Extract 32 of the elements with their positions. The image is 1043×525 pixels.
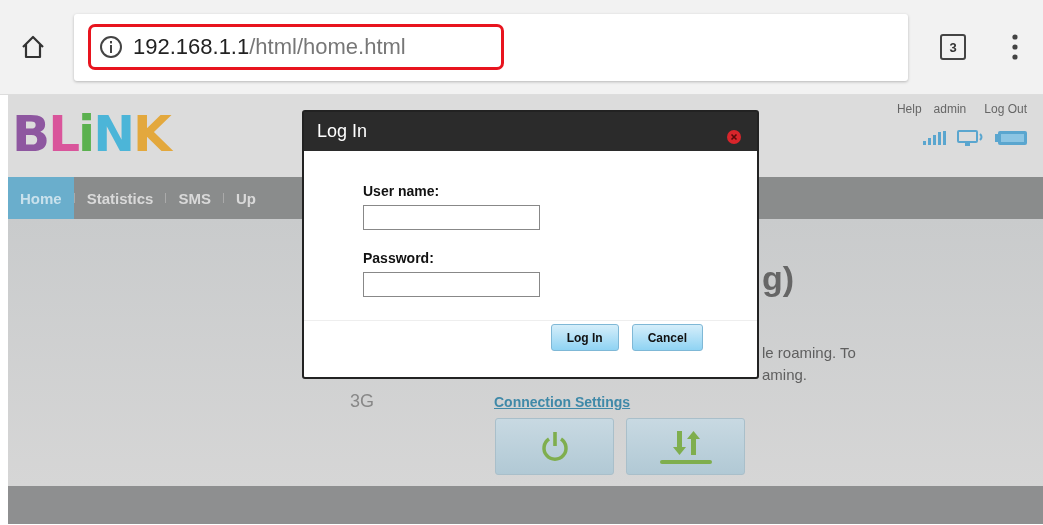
dialog-title: Log In: [317, 121, 368, 142]
header-link[interactable]: Help: [896, 102, 922, 116]
transfer-button[interactable]: [626, 418, 745, 475]
dialog-button[interactable]: Log In: [550, 324, 619, 351]
url-text: 192.168.1.1/html/home.html: [133, 34, 406, 60]
signal-icon: [923, 131, 947, 145]
close-icon[interactable]: [727, 129, 741, 144]
transfer-icon: [657, 428, 714, 465]
input-field[interactable]: [363, 272, 540, 297]
battery-icon: [995, 131, 1027, 145]
power-icon: [539, 430, 570, 463]
home-icon[interactable]: [20, 34, 46, 60]
body-text: aming.: [762, 365, 809, 385]
nav-tab[interactable]: SMS: [166, 177, 223, 219]
monitor-icon: [957, 130, 985, 146]
body-text: le roaming. To: [762, 343, 856, 363]
heading-text: g): [762, 259, 796, 298]
connection-settings-link[interactable]: Connection Settings: [494, 394, 631, 410]
info-icon[interactable]: [99, 35, 123, 59]
input-field[interactable]: [363, 205, 540, 230]
nav-tab[interactable]: Statistics: [74, 177, 166, 219]
network-type: 3G: [350, 391, 374, 413]
field-label: User name:: [363, 183, 440, 199]
header-link[interactable]: admin: [933, 102, 967, 116]
menu-icon[interactable]: [1012, 34, 1018, 60]
tab-count-button[interactable]: 3: [940, 34, 966, 60]
power-button[interactable]: [495, 418, 614, 475]
address-field[interactable]: 192.168.1.1/html/home.html: [74, 13, 908, 81]
field-label: Password:: [363, 250, 434, 266]
dialog-button[interactable]: Cancel: [631, 324, 703, 351]
nav-tab[interactable]: Up: [223, 177, 268, 219]
header-link[interactable]: Log Out: [984, 102, 1027, 116]
